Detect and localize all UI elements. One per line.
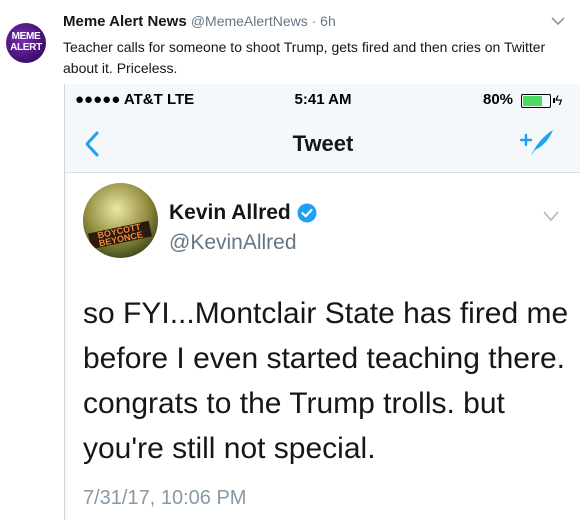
- verified-badge-icon: [297, 203, 317, 223]
- chevron-down-icon[interactable]: [551, 16, 565, 26]
- avatar-text-top: MEME: [11, 31, 41, 42]
- embedded-screenshot[interactable]: ●●●●● AT&T LTE 5:41 AM 80% ϟ Tweet BOYCO…: [64, 84, 580, 520]
- battery-icon: [521, 94, 555, 108]
- kevin-allred-avatar[interactable]: BOYCOTT BEYONCE: [83, 183, 158, 258]
- avatar-sign-text: BOYCOTT BEYONCE: [88, 220, 152, 250]
- status-bar: ●●●●● AT&T LTE 5:41 AM 80% ϟ: [65, 84, 580, 116]
- battery-fill: [523, 96, 543, 106]
- author-name[interactable]: Meme Alert News: [63, 13, 187, 30]
- nav-bar: Tweet: [65, 116, 580, 173]
- avatar-text-bottom: ALERT: [10, 42, 42, 53]
- embedded-tweet-text: so FYI...Montclair State has fired me be…: [83, 297, 569, 465]
- embedded-author-name[interactable]: Kevin Allred: [169, 201, 291, 225]
- tweet-text: Teacher calls for someone to shoot Trump…: [63, 39, 546, 76]
- meme-alert-avatar[interactable]: MEME ALERT: [6, 23, 46, 63]
- chevron-down-icon[interactable]: [543, 210, 559, 222]
- compose-tweet-icon[interactable]: [517, 126, 557, 160]
- embedded-author-handle[interactable]: @KevinAllred: [169, 231, 297, 255]
- tweet-header: Meme Alert News @MemeAlertNews · 6h: [63, 13, 336, 30]
- embedded-timestamp[interactable]: 7/31/17, 10:06 PM: [83, 487, 246, 510]
- author-handle-time[interactable]: @MemeAlertNews · 6h: [191, 13, 336, 29]
- nav-title: Tweet: [292, 131, 354, 156]
- tweet-container: MEME ALERT Meme Alert News @MemeAlertNew…: [0, 0, 580, 520]
- charging-bolt-icon: ϟ: [555, 92, 563, 108]
- tweet-card: BOYCOTT BEYONCE Kevin Allred @KevinAllre…: [67, 173, 580, 520]
- battery-percent: 80%: [483, 91, 514, 108]
